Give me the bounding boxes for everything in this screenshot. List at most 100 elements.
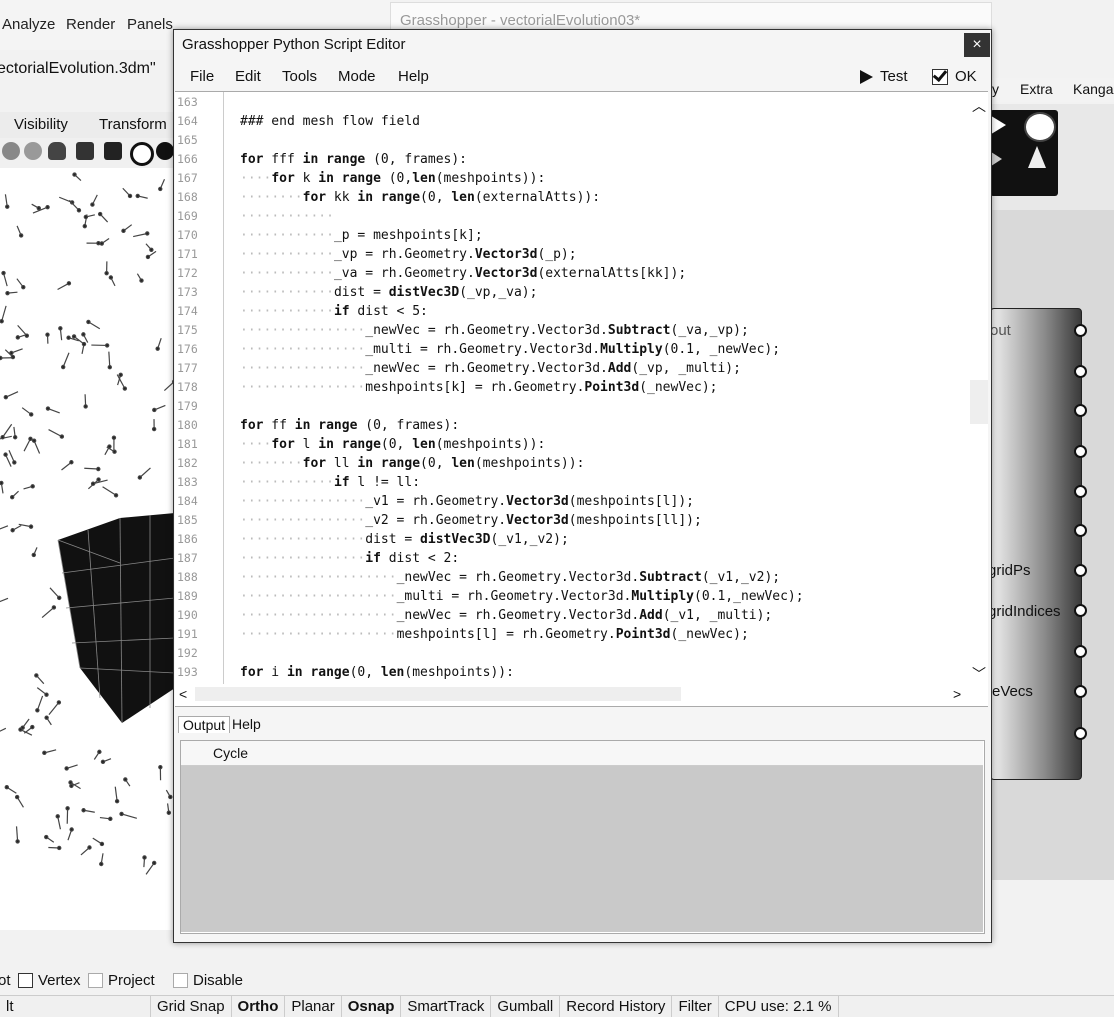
output-list-body[interactable] bbox=[181, 766, 983, 932]
code-line[interactable]: 179 bbox=[175, 397, 975, 416]
menu-tools[interactable]: Tools bbox=[282, 68, 317, 85]
horizontal-scrollbar-thumb[interactable] bbox=[195, 687, 681, 701]
close-button[interactable]: × bbox=[964, 33, 990, 57]
python-component[interactable] bbox=[990, 308, 1082, 780]
disable-checkbox[interactable] bbox=[173, 973, 188, 988]
scroll-left-chevron-icon[interactable]: < bbox=[179, 686, 187, 702]
output-port[interactable] bbox=[1074, 604, 1087, 617]
status-filter[interactable]: Filter bbox=[672, 996, 718, 1017]
code-line[interactable]: 168········for kk in range(0, len(extern… bbox=[175, 188, 975, 207]
menu-file[interactable]: File bbox=[190, 68, 214, 85]
project-checkbox[interactable] bbox=[88, 973, 103, 988]
osnap-item-ot[interactable]: ot bbox=[0, 972, 11, 989]
eyes-component-icon[interactable] bbox=[1024, 112, 1056, 142]
output-port[interactable] bbox=[1074, 645, 1087, 658]
code-line[interactable]: 166for fff in range (0, frames): bbox=[175, 150, 975, 169]
tab-transform[interactable]: Transform bbox=[99, 116, 167, 133]
status-osnap[interactable]: Osnap bbox=[342, 996, 402, 1017]
code-line[interactable]: 182········for ll in range(0, len(meshpo… bbox=[175, 454, 975, 473]
status-cpu-use-2-1-[interactable]: CPU use: 2.1 % bbox=[719, 996, 839, 1017]
scroll-down-chevron-icon[interactable]: ﹀ bbox=[972, 664, 986, 684]
code-line[interactable]: 178················meshpoints[k] = rh.Ge… bbox=[175, 378, 975, 397]
mesh-box bbox=[58, 513, 175, 723]
menu-mode[interactable]: Mode bbox=[338, 68, 376, 85]
test-button[interactable]: Test bbox=[860, 68, 908, 85]
transform-tool-icon[interactable] bbox=[2, 142, 20, 160]
code-line[interactable]: 191····················meshpoints[l] = r… bbox=[175, 625, 975, 644]
render-sphere-icon[interactable] bbox=[130, 142, 154, 166]
status-smarttrack[interactable]: SmartTrack bbox=[401, 996, 491, 1017]
vector-arrow-head bbox=[140, 279, 143, 282]
rhino-menu-render[interactable]: Render bbox=[66, 16, 115, 33]
layer-icon[interactable] bbox=[104, 142, 122, 160]
vector-arrow-head bbox=[114, 494, 117, 497]
vertical-scrollbar-thumb[interactable] bbox=[970, 380, 988, 424]
code-line[interactable]: 164### end mesh flow field bbox=[175, 112, 975, 131]
code-line[interactable]: 170············_p = meshpoints[k]; bbox=[175, 226, 975, 245]
grid-tool-icon[interactable] bbox=[24, 142, 42, 160]
scroll-up-chevron-icon[interactable]: ︿ bbox=[972, 96, 986, 116]
code-line[interactable]: 181····for l in range(0, len(meshpoints)… bbox=[175, 435, 975, 454]
menu-edit[interactable]: Edit bbox=[235, 68, 261, 85]
output-port[interactable] bbox=[1074, 365, 1087, 378]
status-record-history[interactable]: Record History bbox=[560, 996, 672, 1017]
gh-tab-extra[interactable]: Extra bbox=[1020, 81, 1053, 97]
code-line[interactable]: 186················dist = distVec3D(_v1,… bbox=[175, 530, 975, 549]
code-line[interactable]: 171············_vp = rh.Geometry.Vector3… bbox=[175, 245, 975, 264]
code-line[interactable]: 175················_newVec = rh.Geometry… bbox=[175, 321, 975, 340]
output-port[interactable] bbox=[1074, 564, 1087, 577]
output-port[interactable] bbox=[1074, 404, 1087, 417]
code-line[interactable]: 176················_multi = rh.Geometry.… bbox=[175, 340, 975, 359]
status-grid-snap[interactable]: Grid Snap bbox=[151, 996, 232, 1017]
code-line[interactable]: 188····················_newVec = rh.Geom… bbox=[175, 568, 975, 587]
osnap-project[interactable]: Project bbox=[88, 972, 155, 989]
tab-visibility[interactable]: Visibility bbox=[14, 116, 68, 133]
menu-help[interactable]: Help bbox=[398, 68, 429, 85]
code-line[interactable]: 187················if dist < 2: bbox=[175, 549, 975, 568]
code-line[interactable]: 189····················_multi = rh.Geome… bbox=[175, 587, 975, 606]
code-line[interactable]: 172············_va = rh.Geometry.Vector3… bbox=[175, 264, 975, 283]
code-line[interactable]: 180for ff in range (0, frames): bbox=[175, 416, 975, 435]
tab-help[interactable]: Help bbox=[228, 716, 265, 732]
output-port[interactable] bbox=[1074, 524, 1087, 537]
status-lt[interactable]: lt bbox=[0, 996, 151, 1017]
code-line[interactable]: 185················_v2 = rh.Geometry.Vec… bbox=[175, 511, 975, 530]
code-line[interactable]: 177················_newVec = rh.Geometry… bbox=[175, 359, 975, 378]
status-gumball[interactable]: Gumball bbox=[491, 996, 560, 1017]
code-line[interactable]: 174············if dist < 5: bbox=[175, 302, 975, 321]
output-port[interactable] bbox=[1074, 485, 1087, 498]
code-line[interactable]: 169············ bbox=[175, 207, 975, 226]
gh-tab-display[interactable]: y bbox=[992, 81, 999, 97]
code-line[interactable]: 193for i in range(0, len(meshpoints)): bbox=[175, 663, 975, 682]
flask-component-icon[interactable] bbox=[1028, 146, 1046, 168]
gh-tab-kangaroo[interactable]: Kangar bbox=[1073, 81, 1114, 97]
output-port[interactable] bbox=[1074, 324, 1087, 337]
rhino-viewport[interactable] bbox=[0, 168, 175, 930]
osnap-disable[interactable]: Disable bbox=[173, 972, 243, 989]
vertex-checkbox[interactable] bbox=[18, 973, 33, 988]
osnap-vertex[interactable]: Vertex bbox=[18, 972, 81, 989]
column-header-cycle[interactable]: Cycle bbox=[213, 745, 248, 761]
output-port[interactable] bbox=[1074, 445, 1087, 458]
ok-button[interactable]: OK bbox=[932, 68, 977, 85]
lightbulb-icon[interactable] bbox=[48, 142, 66, 160]
material-sphere-icon[interactable] bbox=[156, 142, 174, 160]
lock-icon[interactable] bbox=[76, 142, 94, 160]
code-line[interactable]: 167····for k in range (0,len(meshpoints)… bbox=[175, 169, 975, 188]
code-line[interactable]: 165 bbox=[175, 131, 975, 150]
code-line[interactable]: 184················_v1 = rh.Geometry.Vec… bbox=[175, 492, 975, 511]
output-port[interactable] bbox=[1074, 727, 1087, 740]
status-planar[interactable]: Planar bbox=[285, 996, 341, 1017]
code-line[interactable]: 192 bbox=[175, 644, 975, 663]
tab-output[interactable]: Output bbox=[178, 716, 230, 733]
code-line[interactable]: 163 bbox=[175, 93, 975, 112]
output-port[interactable] bbox=[1074, 685, 1087, 698]
code-editor[interactable]: 163164### end mesh flow field165166for f… bbox=[175, 91, 988, 707]
status-ortho[interactable]: Ortho bbox=[232, 996, 286, 1017]
code-line[interactable]: 190····················_newVec = rh.Geom… bbox=[175, 606, 975, 625]
rhino-menu-panels[interactable]: Panels bbox=[127, 16, 173, 33]
rhino-menu-analyze[interactable]: Analyze bbox=[2, 16, 55, 33]
code-line[interactable]: 173············dist = distVec3D(_vp,_va)… bbox=[175, 283, 975, 302]
code-line[interactable]: 183············if l != ll: bbox=[175, 473, 975, 492]
scroll-right-chevron-icon[interactable]: > bbox=[953, 686, 961, 702]
